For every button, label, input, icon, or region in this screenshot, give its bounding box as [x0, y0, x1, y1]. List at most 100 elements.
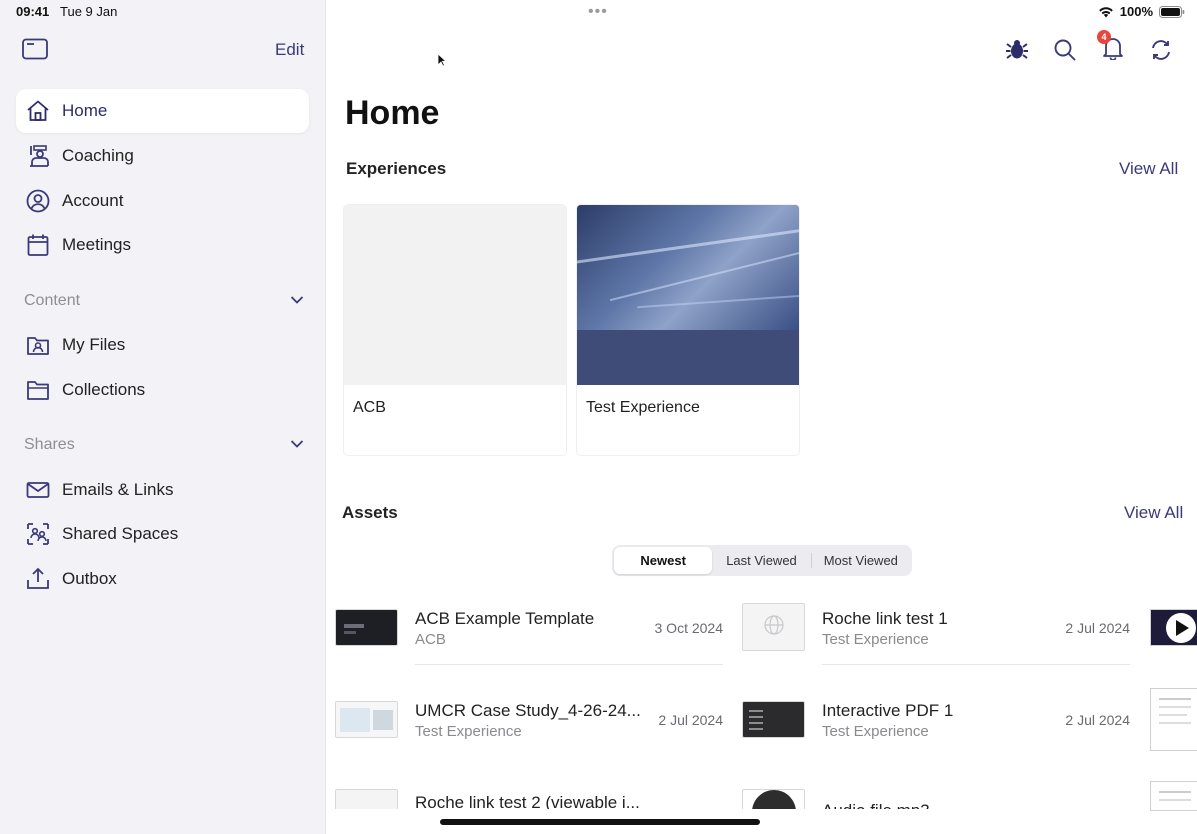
experience-card-test-experience[interactable]: Test Experience	[577, 205, 799, 455]
sidebar-item-label: Coaching	[62, 146, 134, 165]
calendar-icon	[24, 231, 52, 259]
account-icon	[24, 187, 52, 215]
sidebar-item-label: Outbox	[62, 569, 117, 588]
chevron-down-icon	[290, 436, 304, 454]
sidebar-item-collections[interactable]: Collections	[16, 368, 309, 412]
notifications-button[interactable]: 4	[1097, 30, 1127, 64]
sidebar-item-account[interactable]: Account	[16, 179, 309, 223]
sidebar: Edit Home Coaching Account Meetings Cont…	[0, 0, 326, 834]
sidebar-item-home[interactable]: Home	[16, 89, 309, 133]
asset-date: 3 Oct 2024	[654, 620, 724, 636]
sidebar-item-label: Emails & Links	[62, 480, 174, 499]
asset-thumbnail-partial[interactable]	[1150, 609, 1197, 646]
asset-thumbnail-partial[interactable]	[1150, 688, 1197, 751]
outbox-icon	[24, 565, 52, 593]
battery-icon	[1159, 5, 1185, 18]
sidebar-item-emails-links[interactable]: Emails & Links	[16, 468, 309, 512]
notification-badge: 4	[1097, 30, 1111, 44]
asset-date: 2 Jul 2024	[658, 712, 723, 728]
play-icon	[1151, 613, 1197, 645]
sidebar-item-label: Meetings	[62, 235, 131, 254]
search-icon[interactable]	[1051, 36, 1079, 64]
my-files-icon	[24, 331, 52, 359]
shared-spaces-icon	[24, 520, 52, 548]
asset-row[interactable]: Audio file mp3	[742, 789, 1130, 809]
asset-thumbnail	[742, 701, 805, 738]
asset-thumbnail	[335, 609, 398, 646]
experience-label: ACB	[353, 399, 386, 416]
sidebar-item-label: Home	[62, 101, 108, 120]
home-icon	[24, 97, 52, 125]
asset-title: Interactive PDF 1	[822, 701, 954, 720]
chevron-down-icon	[290, 292, 304, 310]
asset-thumbnail	[742, 603, 805, 651]
sidebar-item-label: Account	[62, 191, 124, 210]
sidebar-item-label: Collections	[62, 380, 146, 399]
sidebar-item-my-files[interactable]: My Files	[16, 323, 309, 367]
asset-row[interactable]: Roche link test 1 Test Experience 2 Jul …	[742, 603, 1130, 665]
asset-thumbnail	[742, 789, 805, 809]
section-label: Content	[24, 292, 81, 309]
asset-subtitle: Test Experience	[822, 631, 929, 648]
asset-title: UMCR Case Study_4-26-24...	[415, 701, 641, 720]
row-divider	[822, 664, 1130, 665]
experiences-view-all-link[interactable]: View All	[1119, 159, 1178, 179]
sidebar-toggle-icon[interactable]	[22, 38, 48, 60]
experience-card-acb[interactable]: ACB	[344, 205, 566, 455]
folder-icon	[24, 376, 52, 404]
section-label: Shares	[24, 436, 75, 453]
status-bar: 09:41 Tue 9 Jan ••• 100%	[0, 0, 1197, 24]
toolbar: 4	[1003, 30, 1175, 64]
mail-icon	[24, 476, 52, 504]
asset-subtitle: Test Experience	[822, 723, 929, 740]
multitasking-dots-icon[interactable]: •••	[588, 3, 608, 21]
pointer-cursor-icon	[437, 53, 448, 72]
status-right: 100%	[1098, 4, 1185, 19]
tab-last-viewed[interactable]: Last Viewed	[712, 547, 810, 574]
globe-icon	[763, 614, 785, 641]
asset-sort-segmented-control: Newest Last Viewed Most Viewed	[612, 545, 912, 576]
row-divider	[415, 664, 723, 665]
assets-title: Assets	[342, 503, 398, 522]
page-title: Home	[345, 94, 440, 132]
assets-view-all-link[interactable]: View All	[1124, 503, 1183, 523]
sidebar-item-meetings[interactable]: Meetings	[16, 223, 309, 267]
asset-thumbnail	[335, 789, 398, 809]
status-time: 09:41	[16, 4, 50, 19]
wifi-icon	[1098, 6, 1114, 18]
experience-thumbnail	[344, 205, 566, 385]
experience-thumbnail	[577, 205, 799, 385]
asset-subtitle: Test Experience	[415, 723, 522, 740]
experiences-title: Experiences	[346, 159, 447, 178]
asset-row[interactable]: UMCR Case Study_4-26-24... Test Experien…	[335, 701, 723, 763]
bug-report-icon[interactable]	[1003, 36, 1031, 64]
tab-most-viewed[interactable]: Most Viewed	[812, 547, 910, 574]
section-header-content[interactable]: Content	[24, 289, 304, 313]
document-icon	[1151, 791, 1197, 810]
section-header-shares[interactable]: Shares	[24, 433, 304, 457]
asset-date: 2 Jul 2024	[1065, 620, 1130, 636]
coaching-icon	[24, 142, 52, 170]
sidebar-item-label: Shared Spaces	[62, 524, 179, 543]
sidebar-item-coaching[interactable]: Coaching	[16, 134, 309, 178]
asset-row[interactable]: Roche link test 2 (viewable i...	[335, 789, 723, 809]
sidebar-item-label: My Files	[62, 335, 126, 354]
sync-icon[interactable]	[1147, 36, 1175, 64]
experience-label: Test Experience	[586, 399, 700, 416]
home-indicator[interactable]	[440, 819, 760, 825]
asset-row[interactable]: ACB Example Template ACB 3 Oct 2024	[335, 609, 723, 671]
asset-subtitle: ACB	[415, 631, 446, 648]
sidebar-item-outbox[interactable]: Outbox	[16, 557, 309, 601]
asset-title: Roche link test 2 (viewable i...	[415, 793, 640, 809]
asset-thumbnail-partial[interactable]	[1150, 781, 1197, 811]
asset-title: ACB Example Template	[415, 609, 595, 628]
asset-thumbnail	[335, 701, 398, 738]
status-date: Tue 9 Jan	[60, 4, 118, 19]
edit-button[interactable]: Edit	[275, 40, 304, 60]
asset-title: Audio file mp3	[822, 801, 930, 809]
asset-row[interactable]: Interactive PDF 1 Test Experience 2 Jul …	[742, 701, 1130, 763]
battery-percent: 100%	[1119, 4, 1153, 19]
sidebar-item-shared-spaces[interactable]: Shared Spaces	[16, 512, 309, 556]
asset-title: Roche link test 1	[822, 609, 948, 628]
tab-newest[interactable]: Newest	[614, 547, 713, 574]
